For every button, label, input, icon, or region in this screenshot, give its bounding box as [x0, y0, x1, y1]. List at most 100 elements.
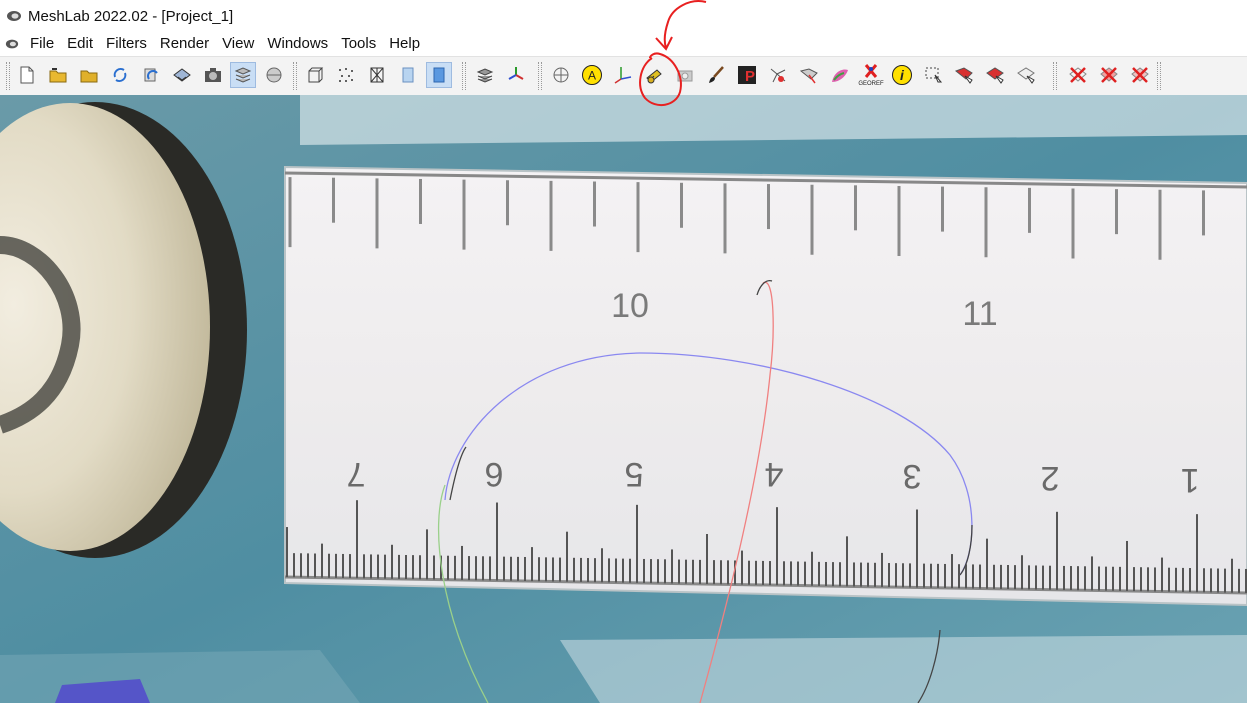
light-patch	[560, 635, 1247, 703]
menu-tools[interactable]: Tools	[336, 32, 384, 56]
select-cursor-button[interactable]	[1013, 62, 1039, 88]
render-smooth-button[interactable]	[426, 62, 452, 88]
ruler-number-upper: 11	[962, 295, 997, 333]
open-project-button[interactable]	[45, 62, 71, 88]
layers-icon	[234, 67, 252, 83]
reload-all-icon	[144, 68, 158, 82]
select-cursor-icon	[1017, 67, 1035, 84]
raster-layers-button[interactable]	[261, 62, 287, 88]
window-title: MeshLab 2022.02 - [Project_1]	[28, 7, 234, 25]
box-render-icon	[308, 67, 324, 83]
toolbar-separator	[462, 62, 466, 90]
info-button[interactable]: i	[889, 62, 915, 88]
z-paint-button[interactable]	[827, 62, 853, 88]
axes-transform-icon	[508, 67, 524, 80]
align-a-icon: A	[582, 65, 602, 85]
measure-tool-button[interactable]	[641, 62, 667, 88]
render-points-button[interactable]	[333, 62, 359, 88]
select-faces-button[interactable]	[951, 62, 977, 88]
select-connected-button[interactable]	[982, 62, 1008, 88]
toolbar-separator	[293, 62, 297, 90]
georef-button[interactable]: GEOREF	[858, 62, 884, 88]
select-vertices-icon	[799, 68, 818, 84]
document-menu-icon[interactable]	[5, 37, 19, 51]
layer-stack-button[interactable]	[472, 62, 498, 88]
new-document-icon	[20, 66, 34, 84]
import-mesh-button[interactable]	[76, 62, 102, 88]
ruler-number-lower: 4	[765, 455, 784, 493]
menu-filters[interactable]: Filters	[101, 32, 155, 56]
snapshot-button[interactable]	[200, 62, 226, 88]
pickpoints-label: P	[745, 68, 755, 85]
reload-button[interactable]	[107, 62, 133, 88]
select-region-icon	[925, 67, 943, 83]
toolbar-separator	[1053, 62, 1057, 90]
save-button[interactable]	[169, 62, 195, 88]
mesh-region	[0, 650, 360, 703]
save-icon	[173, 68, 191, 82]
wireframe-render-icon	[370, 67, 384, 83]
pickpoints-button[interactable]: P	[734, 62, 760, 88]
georef-label: GEOREF	[858, 81, 884, 87]
select-vertices-button[interactable]	[796, 62, 822, 88]
menu-edit[interactable]: Edit	[62, 32, 101, 56]
ruler-number-lower: 1	[1181, 461, 1200, 499]
main-toolbar: A P GEOREF i	[0, 56, 1247, 96]
render-wireframe-button[interactable]	[364, 62, 390, 88]
title-bar: MeshLab 2022.02 - [Project_1]	[0, 0, 1247, 32]
transform-button[interactable]	[503, 62, 529, 88]
sphere-icon	[553, 67, 569, 83]
delete-faces-button[interactable]	[1096, 62, 1122, 88]
3d-viewport[interactable]: 10 11 7 6 5 4 3 2 1	[0, 95, 1247, 703]
select-faces-icon	[955, 67, 973, 84]
flat-shading-icon	[402, 67, 414, 83]
paint-button[interactable]	[703, 62, 729, 88]
show-layers-button[interactable]	[230, 62, 256, 88]
camera-button[interactable]	[672, 62, 698, 88]
measure-tool-icon	[646, 69, 662, 84]
menu-view[interactable]: View	[217, 32, 262, 56]
menu-file[interactable]: File	[25, 32, 62, 56]
import-mesh-icon	[80, 70, 98, 83]
render-box-button[interactable]	[302, 62, 328, 88]
reload-all-button[interactable]	[138, 62, 164, 88]
ruler-number-upper: 10	[611, 287, 649, 325]
camera-icon	[677, 70, 693, 82]
delete-faces-icon	[1100, 67, 1118, 83]
measure-axes-button[interactable]	[610, 62, 636, 88]
menu-windows[interactable]: Windows	[262, 32, 336, 56]
ruler-number-lower: 7	[347, 455, 366, 493]
mesh-render[interactable]: 10 11 7 6 5 4 3 2 1	[0, 95, 1247, 703]
delete-vertices-icon	[1069, 67, 1087, 83]
toolbar-separator	[538, 62, 542, 90]
pickpoints-icon: P	[738, 66, 756, 85]
measure-axes-icon	[614, 67, 632, 84]
toolbar-grip[interactable]	[6, 62, 10, 90]
ruler-number-lower: 6	[485, 455, 504, 493]
align-button[interactable]: A	[579, 62, 605, 88]
delete-faces-vertices-button[interactable]	[1127, 62, 1153, 88]
paint-brush-icon	[709, 66, 724, 83]
z-paint-icon	[832, 69, 848, 82]
select-region-button[interactable]	[920, 62, 946, 88]
open-folder-icon	[49, 68, 67, 83]
meshlab-logo-icon	[7, 11, 21, 21]
render-flat-button[interactable]	[395, 62, 421, 88]
ruler	[284, 165, 1247, 607]
georef-icon: GEOREF	[858, 64, 884, 87]
ruler-number-lower: 2	[1041, 459, 1060, 497]
points-render-icon	[339, 68, 353, 82]
fill-hole-button[interactable]	[765, 62, 791, 88]
sphere-button[interactable]	[548, 62, 574, 88]
ruler-number-lower: 5	[625, 455, 644, 493]
select-connected-icon	[986, 67, 1004, 84]
raster-layers-icon	[266, 67, 282, 83]
smooth-shading-icon	[433, 67, 445, 83]
menu-bar: File Edit Filters Render View Windows To…	[0, 32, 1247, 56]
info-icon: i	[892, 65, 912, 85]
menu-render[interactable]: Render	[155, 32, 217, 56]
menu-help[interactable]: Help	[384, 32, 428, 56]
snapshot-icon	[205, 68, 221, 82]
new-project-button[interactable]	[14, 62, 40, 88]
delete-vertices-button[interactable]	[1065, 62, 1091, 88]
